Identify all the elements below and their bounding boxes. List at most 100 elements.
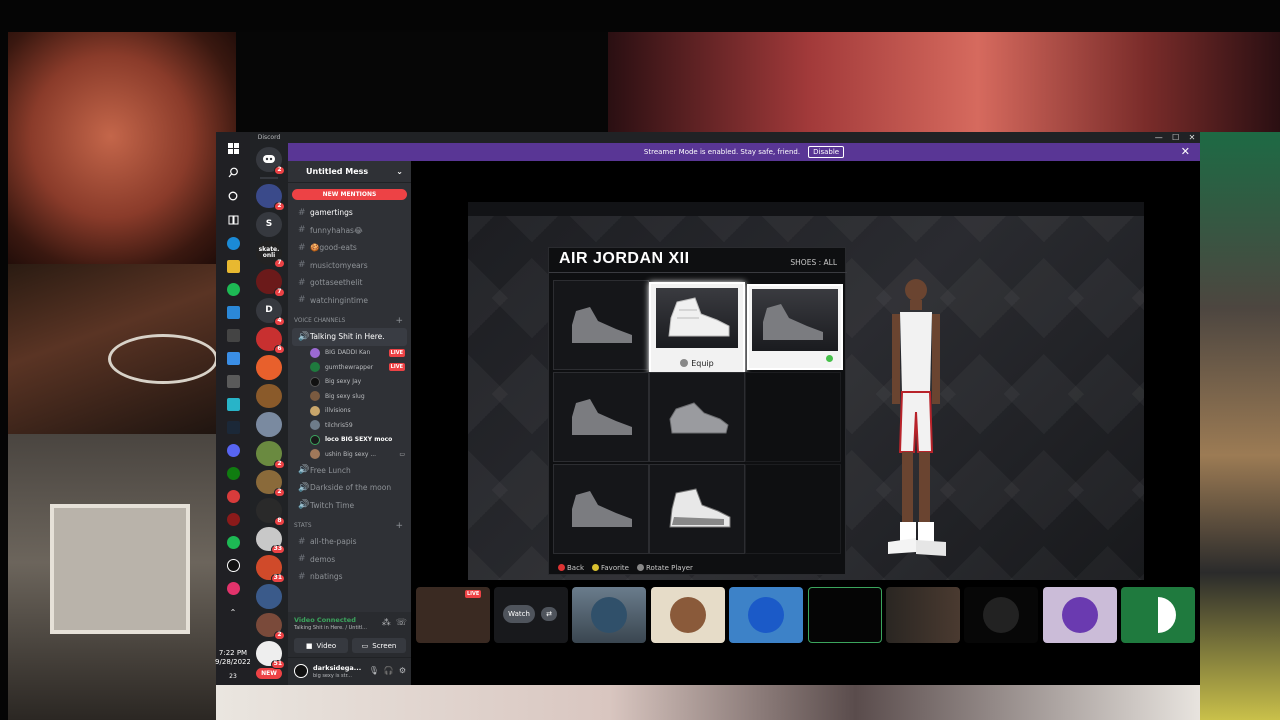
- voice-user[interactable]: ushin Big sexy ... ▭: [288, 447, 411, 462]
- record-app-icon[interactable]: [226, 490, 240, 503]
- headphones-icon[interactable]: 🎧: [384, 666, 394, 675]
- close-icon[interactable]: ✕: [1181, 145, 1190, 158]
- voice-channel[interactable]: 🔊 Twitch Time: [288, 497, 411, 515]
- server-icon-s[interactable]: S: [256, 212, 282, 237]
- shoe-slot[interactable]: [553, 464, 649, 554]
- participant-tile[interactable]: [651, 587, 725, 643]
- server-icon[interactable]: 7: [256, 269, 285, 297]
- server-icon[interactable]: 6: [256, 326, 285, 355]
- add-channel-icon[interactable]: +: [395, 316, 403, 326]
- channel-item[interactable]: # all-the-papis: [288, 533, 411, 551]
- tray-chevron-icon[interactable]: ⌃: [222, 601, 244, 623]
- noise-suppression-icon[interactable]: ⁂: [382, 618, 391, 628]
- microphone-icon[interactable]: 🎙: [369, 666, 379, 675]
- participant-tile[interactable]: [572, 587, 646, 643]
- voice-channel-active[interactable]: 🔊 Talking Shit in Here.: [292, 328, 407, 346]
- disconnect-icon[interactable]: ☏: [396, 618, 407, 628]
- steam-icon[interactable]: [226, 421, 240, 434]
- spotify-icon[interactable]: [226, 283, 240, 296]
- channel-item[interactable]: # 🍪good-eats: [288, 239, 411, 257]
- voice-user[interactable]: gumthewrapper LIVE: [288, 360, 411, 375]
- user-name[interactable]: darksidega...: [313, 664, 361, 672]
- shoe-filter[interactable]: SHOES : ALL: [790, 258, 837, 267]
- equip-prompt[interactable]: Equip: [651, 359, 743, 368]
- popout-icon[interactable]: ⇄: [541, 607, 557, 621]
- stats-category[interactable]: STATS +: [288, 518, 411, 533]
- voice-location[interactable]: Talking Shit in Here. / Untitl...: [294, 625, 367, 631]
- xbox-icon[interactable]: [226, 467, 240, 480]
- cortana-icon[interactable]: [222, 185, 244, 207]
- discord-home-icon[interactable]: 2: [256, 147, 285, 175]
- server-icon[interactable]: [256, 584, 282, 609]
- chrome-icon[interactable]: [226, 582, 240, 595]
- voice-status[interactable]: Video Connected: [294, 616, 356, 624]
- participant-tile[interactable]: [1043, 587, 1117, 643]
- voice-user[interactable]: BIG DADDI Kan LIVE: [288, 346, 411, 361]
- windows-start-icon[interactable]: [222, 137, 244, 159]
- store-icon[interactable]: [226, 306, 240, 319]
- back-hint[interactable]: Back: [558, 564, 584, 572]
- new-unreads-badge[interactable]: NEW: [256, 668, 282, 679]
- photos-icon[interactable]: [226, 352, 240, 365]
- shoe-slot[interactable]: [553, 372, 649, 462]
- server-icon[interactable]: 2: [256, 469, 285, 498]
- favorite-hint[interactable]: Favorite: [592, 564, 629, 572]
- channel-item[interactable]: # nbatings: [288, 568, 411, 586]
- watch-stream-button[interactable]: Watch: [503, 605, 535, 623]
- user-avatar[interactable]: [294, 664, 308, 678]
- voice-user[interactable]: Big sexy Jay: [288, 375, 411, 390]
- chat-app-icon[interactable]: [226, 398, 240, 411]
- server-icon-skate[interactable]: skate. onli 7: [256, 240, 285, 269]
- settings-gear-icon[interactable]: ⚙: [399, 666, 406, 675]
- minimize-icon[interactable]: —: [1155, 133, 1163, 142]
- spotify-icon-2[interactable]: [226, 536, 240, 549]
- participant-tile[interactable]: [1121, 587, 1195, 643]
- disable-streamer-mode-button[interactable]: Disable: [808, 146, 845, 158]
- server-icon[interactable]: 2: [256, 612, 285, 641]
- taskbar-clock[interactable]: 7:22 PM 9/28/2022 23: [215, 649, 251, 685]
- shoe-slot[interactable]: [649, 372, 745, 462]
- opera-icon[interactable]: [226, 513, 240, 526]
- server-icon[interactable]: 2: [256, 183, 285, 212]
- voice-user[interactable]: tilchris59: [288, 418, 411, 433]
- server-icon[interactable]: [256, 383, 282, 409]
- voice-channel[interactable]: 🔊 Free Lunch: [288, 462, 411, 480]
- participant-tile[interactable]: [964, 587, 1038, 643]
- participant-tile[interactable]: [729, 587, 803, 643]
- voice-user[interactable]: Big sexy slug: [288, 389, 411, 404]
- server-icon[interactable]: 51: [256, 641, 285, 669]
- server-icon[interactable]: 2: [256, 440, 285, 469]
- voice-channel[interactable]: 🔊 Darkside of the moon: [288, 479, 411, 497]
- server-icon-d[interactable]: D4: [256, 297, 285, 326]
- server-icon[interactable]: 31: [256, 555, 285, 584]
- app-icon-2[interactable]: [226, 559, 240, 572]
- server-header[interactable]: Untitled Mess ⌄: [288, 161, 411, 183]
- add-channel-icon[interactable]: +: [395, 521, 403, 531]
- shoe-slot[interactable]: [553, 280, 649, 370]
- file-explorer-icon[interactable]: [226, 260, 240, 273]
- maximize-icon[interactable]: ☐: [1172, 133, 1179, 142]
- server-icon[interactable]: [256, 412, 282, 437]
- channel-item[interactable]: # demos: [288, 551, 411, 569]
- shoe-slot[interactable]: [747, 284, 843, 370]
- rotate-hint[interactable]: Rotate Player: [636, 564, 693, 572]
- voice-user[interactable]: loco BIG SEXY moco: [288, 433, 411, 448]
- shoe-slot-selected[interactable]: Equip: [649, 282, 745, 374]
- notification-count[interactable]: 23: [215, 673, 251, 681]
- gamepad-icon[interactable]: [226, 329, 240, 342]
- task-view-icon[interactable]: [222, 209, 244, 231]
- server-icon[interactable]: 33: [256, 526, 285, 555]
- channel-item[interactable]: # gamertings: [288, 204, 411, 222]
- channel-item[interactable]: # musictomyears: [288, 257, 411, 275]
- server-icon[interactable]: [256, 355, 282, 380]
- screen-share-button[interactable]: ▭ Screen: [352, 638, 406, 653]
- participant-tile-speaking[interactable]: [808, 587, 882, 643]
- channel-item[interactable]: # gottaseethelit: [288, 274, 411, 292]
- discord-taskbar-icon[interactable]: [226, 444, 240, 457]
- voice-user[interactable]: illvisions: [288, 404, 411, 419]
- video-button[interactable]: ■ Video: [294, 638, 348, 653]
- shoe-slot[interactable]: [649, 464, 745, 554]
- edge-browser-icon[interactable]: [226, 237, 240, 250]
- new-mentions-pill[interactable]: NEW MENTIONS: [292, 189, 407, 200]
- search-icon[interactable]: [222, 161, 244, 183]
